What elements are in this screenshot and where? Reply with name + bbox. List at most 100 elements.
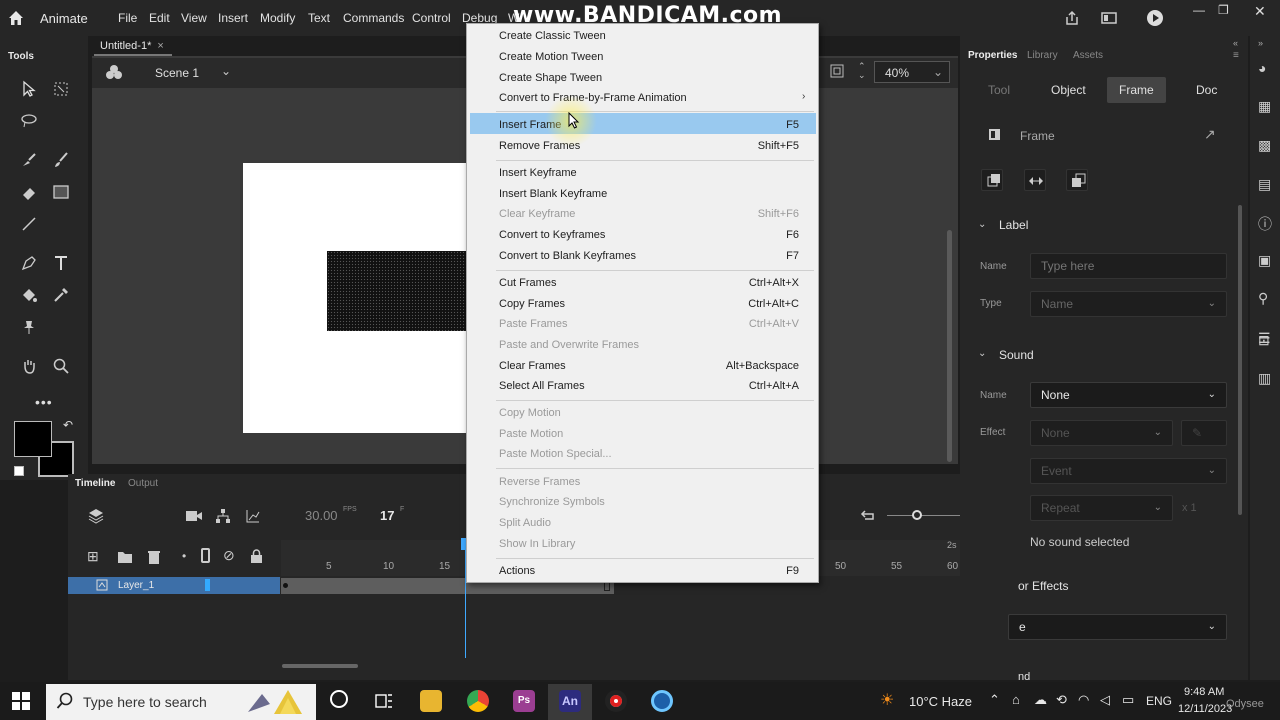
menu-text[interactable]: Text (308, 11, 330, 25)
volume-tray-icon[interactable]: ◁ (1100, 692, 1110, 708)
close-icon[interactable]: ✕ (1254, 3, 1266, 20)
loop-icon[interactable] (860, 508, 876, 524)
layer-color-indicator[interactable] (205, 579, 210, 591)
frame-size-slider-handle[interactable] (912, 510, 922, 520)
info-panel-icon[interactable]: ⓘ (1258, 214, 1274, 232)
frame-transition-button[interactable] (981, 169, 1003, 191)
animate-icon[interactable]: An (559, 690, 581, 712)
sound-chevron-icon[interactable]: ⌄ (978, 348, 986, 359)
highlight-layer-icon[interactable]: • (182, 549, 186, 563)
subtab-tool[interactable]: Tool (988, 83, 1010, 97)
context-menu-item[interactable]: Convert to Keyframes F6 (499, 229, 809, 249)
context-menu-item[interactable]: Actions F9 (499, 565, 809, 585)
eraser-tool-icon[interactable] (20, 183, 38, 201)
file-explorer-icon[interactable] (420, 690, 442, 712)
transform-panel-icon[interactable]: ▤ (1258, 176, 1274, 192)
selection-tool-icon[interactable] (20, 80, 38, 98)
layer-name[interactable]: Layer_1 (118, 580, 154, 591)
weather-icon[interactable]: ☀ (880, 690, 894, 710)
show-hidden-icons[interactable]: ⌃ (989, 692, 1000, 708)
outline-layer-icon[interactable] (201, 548, 210, 563)
share-icon[interactable] (1063, 9, 1081, 27)
menu-insert[interactable]: Insert (218, 11, 248, 25)
hand-tool-icon[interactable] (20, 357, 38, 375)
tab-properties[interactable]: Properties (968, 50, 1017, 61)
edit-frame-icon[interactable]: ↗ (1204, 126, 1216, 143)
home-icon[interactable] (6, 8, 26, 28)
edit-sound-button[interactable]: ✎ (1181, 420, 1227, 446)
rectangle-tool-icon[interactable] (52, 183, 70, 201)
code-snippets-icon[interactable]: ▣ (1258, 252, 1274, 268)
menu-commands[interactable]: Commands (343, 11, 404, 25)
battery-tray-icon[interactable]: ▭ (1122, 692, 1134, 708)
collapse-strip-icon[interactable]: » (1258, 38, 1274, 54)
minimize-icon[interactable]: — (1193, 3, 1205, 17)
sound-name-select[interactable]: None ⌄ (1030, 382, 1227, 408)
layer-parenting-icon[interactable] (215, 508, 231, 524)
language-indicator[interactable]: ENG (1146, 694, 1172, 708)
document-close-icon[interactable]: × (157, 40, 163, 52)
context-menu-item[interactable]: Remove Frames Shift+F5 (499, 140, 809, 160)
tab-timeline[interactable]: Timeline (75, 478, 115, 489)
wifi-tray-icon[interactable]: ◠ (1078, 692, 1089, 708)
eyedropper-tool-icon[interactable] (52, 286, 70, 304)
layers-icon[interactable] (87, 507, 105, 525)
tab-assets[interactable]: Assets (1073, 50, 1103, 61)
delete-layer-icon[interactable] (147, 549, 161, 565)
zoom-tool-icon[interactable] (52, 357, 70, 375)
context-menu-item[interactable]: Copy Frames Ctrl+Alt+C (499, 298, 809, 318)
scene-label[interactable]: Scene 1 (155, 66, 199, 80)
scene-icon[interactable] (105, 64, 123, 80)
camera-icon[interactable] (185, 508, 203, 524)
subtab-frame[interactable]: Frame (1107, 77, 1166, 103)
context-menu-item[interactable]: Insert Keyframe (499, 167, 809, 187)
sync-select[interactable]: Event ⌄ (1030, 458, 1227, 484)
collapse-properties-icon[interactable]: « (1233, 38, 1238, 48)
subtab-object[interactable]: Object (1051, 83, 1086, 97)
subtab-doc[interactable]: Doc (1196, 83, 1217, 97)
context-menu-item[interactable]: Convert to Blank Keyframes F7 (499, 250, 809, 270)
chrome-icon[interactable] (467, 690, 489, 712)
zoom-stepper-icon[interactable]: ⌃ ⌄ (858, 62, 866, 80)
clock-date[interactable]: 12/11/2023 (1178, 703, 1232, 715)
hide-layer-icon[interactable]: ⊘ (223, 547, 235, 564)
scene-panel-icon[interactable]: ▥ (1258, 370, 1274, 386)
frame-type-select[interactable]: Name ⌄ (1030, 291, 1227, 317)
network-tray-icon[interactable]: ⌂ (1012, 692, 1020, 707)
restore-icon[interactable]: ❐ (1218, 3, 1229, 17)
align-panel-icon[interactable]: ▦ (1258, 98, 1274, 114)
frame-size-slider[interactable] (887, 515, 971, 516)
tab-output[interactable]: Output (128, 478, 158, 489)
color-effect-select[interactable]: e ⌄ (1008, 614, 1227, 640)
pen-tool-icon[interactable] (20, 254, 38, 272)
context-menu-item[interactable]: Select All Frames Ctrl+Alt+A (499, 380, 809, 400)
menu-file[interactable]: File (118, 11, 137, 25)
text-tool-icon[interactable] (52, 254, 70, 272)
scene-dropdown-icon[interactable]: ⌄ (221, 64, 231, 78)
keyframe-dot[interactable] (283, 583, 288, 588)
task-view-cortana-icon[interactable] (330, 690, 348, 708)
timeline-horizontal-scrollbar[interactable] (282, 664, 358, 668)
windows-start-icon[interactable] (12, 692, 30, 710)
sound-section-title[interactable]: Sound (999, 348, 1034, 362)
default-colors-icon[interactable] (14, 466, 24, 476)
color-panel-icon[interactable]: ◕ (1258, 60, 1274, 76)
line-tool-icon[interactable] (20, 215, 38, 233)
color-effects-title[interactable]: or Effects (1018, 579, 1068, 593)
swatches-panel-icon[interactable]: ▩ (1258, 137, 1274, 153)
premiere-icon[interactable]: Ps (513, 690, 535, 712)
label-section-title[interactable]: Label (999, 218, 1028, 232)
tab-library[interactable]: Library (1027, 50, 1058, 61)
paint-bucket-tool-icon[interactable] (20, 286, 38, 304)
frame-link-button[interactable] (1066, 169, 1088, 191)
swap-colors-icon[interactable]: ↶ (63, 418, 81, 436)
current-frame-value[interactable]: 17 (380, 508, 394, 523)
menu-view[interactable]: View (181, 11, 207, 25)
effect-select[interactable]: None ⌄ (1030, 420, 1173, 446)
graph-icon[interactable] (245, 508, 261, 524)
zoom-dropdown-icon[interactable]: ⌄ (933, 65, 943, 79)
paint-brush-tool-icon[interactable] (52, 151, 70, 169)
context-menu-item[interactable]: Cut Frames Ctrl+Alt+X (499, 277, 809, 297)
sync-tray-icon[interactable]: ⟲ (1056, 692, 1067, 708)
clip-content-icon[interactable] (830, 64, 844, 78)
